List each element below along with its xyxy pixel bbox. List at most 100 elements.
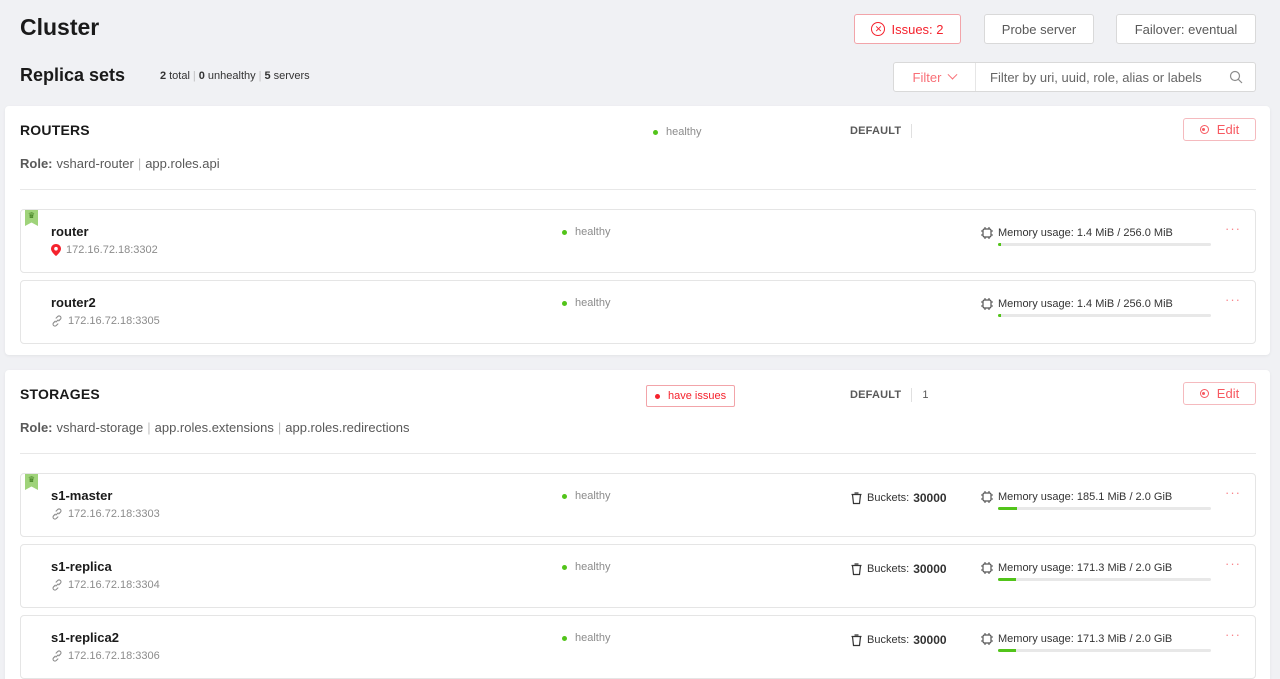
memory-usage-label: Memory usage: 185.1 MiB / 2.0 GiB (998, 491, 1173, 503)
status-dot-icon (653, 129, 658, 135)
memory-bar-fill (998, 314, 1002, 317)
filter-dropdown-button[interactable]: Filter (894, 63, 976, 91)
chip-icon (981, 298, 993, 310)
replica-set-name: STORAGES (20, 386, 100, 402)
server-status: healthy (562, 490, 610, 502)
server-row-s1-master[interactable]: ♛ s1-master 172.16.72.18:3303 healthy Bu… (20, 473, 1256, 537)
issues-button[interactable]: ✕ Issues: 2 (854, 14, 961, 44)
memory-bar (998, 314, 1211, 317)
crown-icon: ♛ (27, 211, 36, 220)
buckets-label: Buckets: (867, 563, 910, 575)
more-actions-button[interactable]: ··· (1225, 627, 1241, 642)
location-pin-icon (51, 244, 61, 256)
server-status-label: healthy (575, 226, 611, 238)
server-row-s1-replica[interactable]: s1-replica 172.16.72.18:3304 healthy Buc… (20, 544, 1256, 608)
memory-bar-fill (998, 649, 1016, 652)
buckets-label: Buckets: (867, 492, 910, 504)
stat-separator: | (258, 70, 262, 82)
memory-usage-label: Memory usage: 1.4 MiB / 256.0 MiB (998, 298, 1173, 310)
server-name: s1-replica2 (51, 630, 119, 645)
memory-usage: Memory usage: 171.3 MiB / 2.0 GiB (980, 561, 1212, 581)
server-status: healthy (562, 632, 610, 644)
replica-set-status-label: have issues (668, 390, 727, 402)
crown-icon: ♛ (27, 475, 36, 484)
server-name: router2 (51, 295, 96, 310)
buckets: Buckets: 30000 (850, 562, 947, 576)
buckets: Buckets: 30000 (850, 491, 947, 505)
memory-bar-fill (998, 578, 1016, 581)
replica-set-status-label: healthy (666, 126, 702, 138)
stat-total-label: total (169, 70, 190, 82)
filter-search-input[interactable] (976, 63, 1225, 91)
memory-bar (998, 649, 1211, 652)
search-icon[interactable] (1225, 70, 1247, 84)
stat-unhealthy-count: 0 (198, 70, 205, 82)
memory-bar (998, 578, 1211, 581)
vshard-group-label: DEFAULT (850, 389, 902, 401)
edit-label: Edit (1216, 122, 1240, 137)
more-actions-button[interactable]: ··· (1225, 556, 1241, 571)
server-row-router2[interactable]: router2 172.16.72.18:3305 healthy Memory… (20, 280, 1256, 344)
link-icon (52, 650, 62, 662)
replica-set-status: healthy (653, 126, 701, 138)
bucket-icon (851, 633, 862, 646)
server-uri: 172.16.72.18:3305 (51, 315, 160, 327)
divider (20, 453, 1256, 454)
leader-flag: ♛ (25, 474, 38, 490)
replica-set-issues-badge[interactable]: have issues (646, 385, 736, 407)
role-separator: | (277, 420, 282, 435)
failover-button[interactable]: Failover: eventual (1116, 14, 1256, 44)
server-row-s1-replica2[interactable]: s1-replica2 172.16.72.18:3306 healthy Bu… (20, 615, 1256, 679)
link-icon (52, 508, 62, 520)
more-actions-button[interactable]: ··· (1225, 292, 1241, 307)
server-name: s1-master (51, 488, 113, 503)
edit-icon (1199, 125, 1209, 134)
probe-server-button[interactable]: Probe server (984, 14, 1094, 44)
more-actions-button[interactable]: ··· (1225, 485, 1241, 500)
status-dot-icon (562, 493, 567, 499)
server-uri-label: 172.16.72.18:3303 (68, 508, 160, 520)
server-uri-label: 172.16.72.18:3304 (68, 579, 160, 591)
buckets-count: 30000 (913, 633, 947, 647)
edit-label: Edit (1216, 386, 1240, 401)
chip-icon (981, 633, 993, 645)
server-name: router (51, 224, 89, 239)
memory-usage: Memory usage: 1.4 MiB / 256.0 MiB (980, 297, 1212, 317)
filter-label: Filter (912, 69, 942, 85)
filter-group: Filter (893, 62, 1256, 92)
memory-usage: Memory usage: 1.4 MiB / 256.0 MiB (980, 226, 1212, 246)
memory-bar-fill (998, 507, 1018, 510)
edit-replica-set-button[interactable]: Edit (1183, 118, 1256, 141)
chip-icon (981, 227, 993, 239)
issues-button-label: Issues: 2 (891, 21, 944, 37)
replica-set-card-routers: ROUTERS healthy DEFAULT Edit Role: vshar… (5, 106, 1270, 355)
status-dot-icon (562, 635, 567, 641)
replica-sets-stats: 2 total | 0 unhealthy | 5 servers (160, 70, 310, 82)
more-actions-button[interactable]: ··· (1225, 221, 1241, 236)
leader-flag: ♛ (25, 210, 38, 226)
buckets-count: 30000 (913, 562, 947, 576)
server-uri: 172.16.72.18:3306 (51, 650, 160, 662)
buckets: Buckets: 30000 (850, 633, 947, 647)
memory-usage: Memory usage: 171.3 MiB / 2.0 GiB (980, 632, 1212, 652)
status-dot-icon (562, 564, 567, 570)
server-name: s1-replica (51, 559, 112, 574)
memory-usage-label: Memory usage: 171.3 MiB / 2.0 GiB (998, 633, 1173, 645)
edit-replica-set-button[interactable]: Edit (1183, 382, 1256, 405)
memory-bar-fill (998, 243, 1002, 246)
vshard-separator (911, 388, 913, 402)
close-circle-icon: ✕ (871, 22, 886, 36)
role-item: app.roles.redirections (285, 420, 410, 435)
server-row-router[interactable]: ♛ router 172.16.72.18:3302 healthy Memor… (20, 209, 1256, 273)
edit-icon (1199, 389, 1209, 398)
role-separator: | (137, 156, 142, 171)
role-item: app.roles.extensions (154, 420, 274, 435)
chip-icon (981, 562, 993, 574)
roles-prefix: Role: (20, 420, 53, 435)
memory-usage-label: Memory usage: 171.3 MiB / 2.0 GiB (998, 562, 1173, 574)
vshard-group: DEFAULT (850, 124, 913, 138)
role-separator: | (147, 420, 151, 435)
server-status-label: healthy (575, 297, 611, 309)
vshard-separator (911, 124, 913, 138)
server-status: healthy (562, 561, 610, 573)
